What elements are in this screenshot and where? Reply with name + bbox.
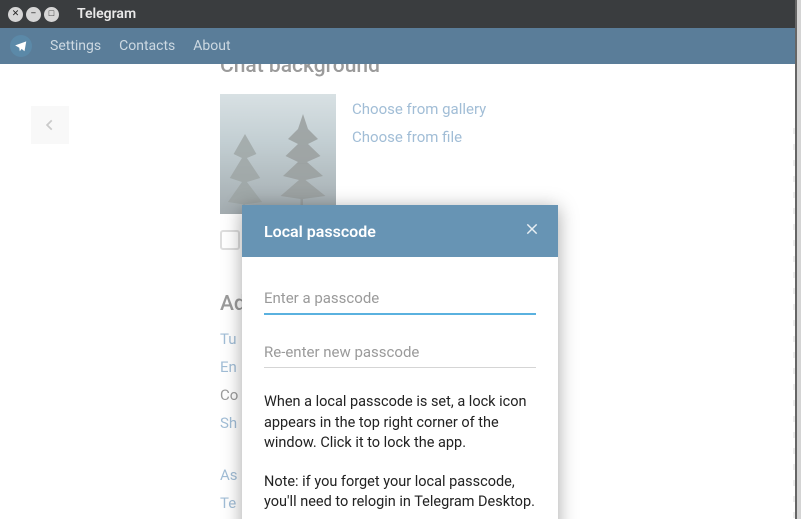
- reenter-passcode-input[interactable]: [264, 339, 536, 368]
- titlebar: ✕ – □ Telegram: [0, 0, 795, 28]
- menubar: Settings Contacts About: [0, 28, 795, 64]
- dialog-description-2: Note: if you forget your local passcode,…: [264, 472, 536, 513]
- close-icon[interactable]: [524, 221, 540, 241]
- window-minimize-btn[interactable]: –: [26, 7, 41, 22]
- window-controls: ✕ – □: [8, 7, 59, 22]
- enter-passcode-input[interactable]: [264, 285, 536, 315]
- window-close-btn[interactable]: ✕: [8, 7, 23, 22]
- menu-contacts[interactable]: Contacts: [119, 38, 175, 54]
- dialog-header: Local passcode: [242, 205, 558, 257]
- content-area: Chat background Choose from gallery Choo…: [0, 64, 795, 519]
- menu-settings[interactable]: Settings: [50, 38, 101, 54]
- dialog-title: Local passcode: [264, 222, 376, 241]
- telegram-logo-icon: [10, 35, 32, 57]
- app-window: ✕ – □ Telegram Settings Contacts About C…: [0, 0, 797, 519]
- window-maximize-btn[interactable]: □: [44, 7, 59, 22]
- dialog-body: When a local passcode is set, a lock ico…: [242, 257, 558, 519]
- local-passcode-dialog: Local passcode When a local passcode is …: [242, 205, 558, 519]
- dialog-description-1: When a local passcode is set, a lock ico…: [264, 392, 536, 454]
- menu-about[interactable]: About: [193, 38, 230, 54]
- window-title: Telegram: [77, 6, 136, 22]
